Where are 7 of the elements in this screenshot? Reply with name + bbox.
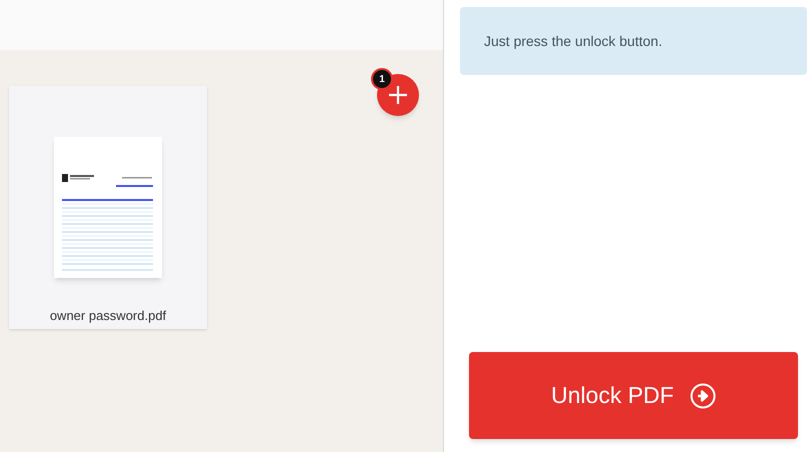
file-count-badge: 1 [371, 68, 393, 90]
file-card[interactable]: owner password.pdf [9, 86, 207, 329]
plus-icon [388, 85, 408, 105]
info-text: Just press the unlock button. [484, 32, 662, 51]
arrow-circle-icon [690, 382, 716, 408]
file-name: owner password.pdf [50, 307, 166, 325]
unlock-pdf-button[interactable]: Unlock PDF [469, 352, 798, 439]
